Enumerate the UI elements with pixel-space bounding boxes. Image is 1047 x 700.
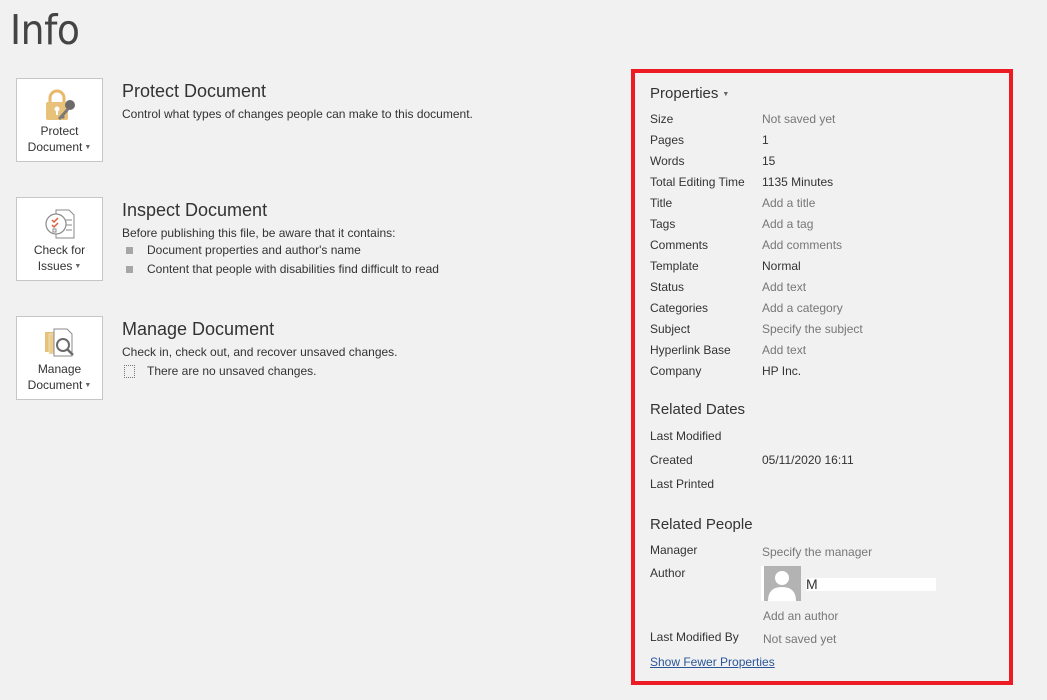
protect-document-heading: Protect Document	[122, 81, 267, 101]
related-people-heading: Related People	[650, 516, 753, 533]
status-field[interactable]: Add text	[762, 280, 806, 295]
manage-document-description: Check in, check out, and recover unsaved…	[122, 345, 398, 359]
bullet-icon	[126, 266, 133, 273]
bullet-icon	[126, 247, 133, 254]
company-field[interactable]: HP Inc.	[762, 364, 801, 379]
list-item: Content that people with disabilities fi…	[122, 260, 602, 279]
subject-field[interactable]: Specify the subject	[762, 322, 863, 337]
chevron-down-icon: ▼	[84, 144, 92, 151]
chevron-down-icon: ▼	[720, 91, 730, 98]
protect-document-button[interactable]: Protect Document ▼	[16, 78, 103, 162]
show-fewer-properties-link[interactable]: Show Fewer Properties	[650, 655, 775, 669]
author-avatar[interactable]	[761, 566, 801, 601]
page-title: Info	[10, 6, 80, 54]
lock-key-icon	[46, 89, 75, 120]
manage-document-button[interactable]: Manage Document ▼	[16, 316, 103, 400]
protect-document-description: Control what types of changes people can…	[122, 107, 473, 121]
person-icon	[768, 571, 796, 601]
unsaved-changes-note: There are no unsaved changes.	[122, 362, 602, 381]
manage-document-heading: Manage Document	[122, 319, 275, 339]
comments-field[interactable]: Add comments	[762, 238, 842, 253]
properties-dropdown[interactable]: Properties ▼	[650, 85, 729, 102]
list-item: Document properties and author's name	[122, 241, 602, 260]
author-name[interactable]: M	[806, 576, 818, 592]
related-dates-heading: Related Dates	[650, 401, 746, 418]
chevron-down-icon: ▼	[84, 382, 92, 389]
manage-label-line1: Manage	[37, 362, 82, 376]
check-issues-label-line1: Check for	[33, 243, 86, 257]
document-icon	[124, 365, 135, 378]
chevron-down-icon: ▼	[74, 263, 82, 270]
hyperlink-base-field[interactable]: Add text	[762, 343, 806, 358]
manage-label-line2: Document	[27, 378, 83, 392]
categories-field[interactable]: Add a category	[762, 301, 843, 316]
inspect-document-heading: Inspect Document	[122, 200, 268, 220]
tags-field[interactable]: Add a tag	[762, 217, 813, 232]
protect-label-line2: Document	[27, 140, 83, 154]
checklist-icon	[45, 209, 75, 239]
protect-label-line1: Protect	[40, 124, 79, 138]
inspect-document-description: Before publishing this file, be aware th…	[122, 226, 396, 240]
check-issues-label-line2: Issues	[37, 259, 73, 273]
manager-field[interactable]: Specify the manager	[762, 545, 872, 560]
title-field[interactable]: Add a title	[762, 196, 815, 211]
author-name-redacted	[806, 578, 936, 591]
check-for-issues-button[interactable]: Check for Issues ▼	[16, 197, 103, 281]
add-author-field[interactable]: Add an author	[763, 609, 838, 624]
manage-documents-icon	[45, 328, 74, 357]
